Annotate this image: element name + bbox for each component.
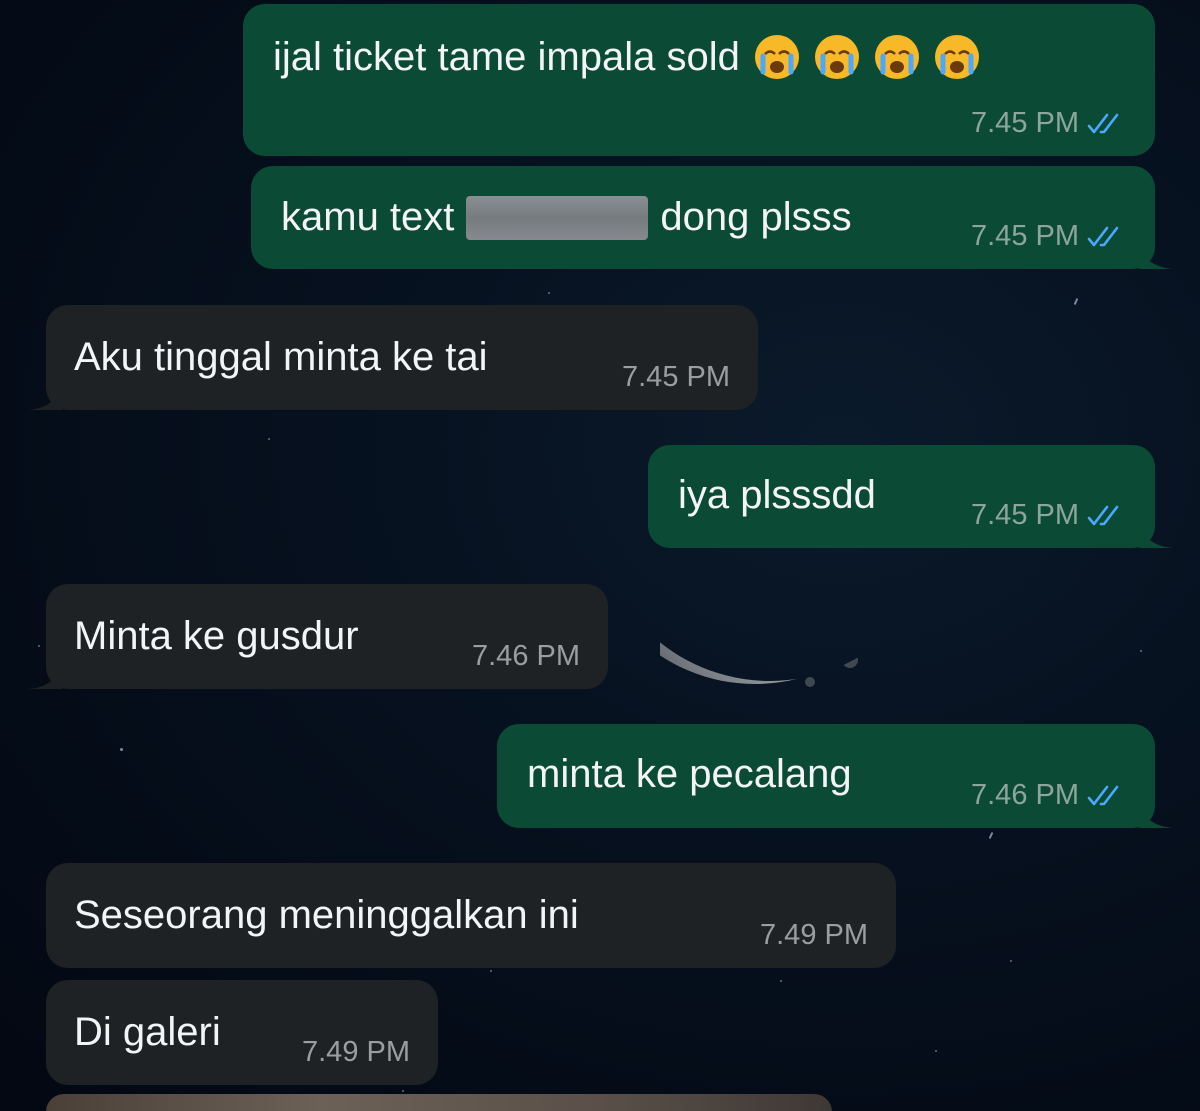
message-bubble-incoming[interactable]: Di galeri 7.49 PM bbox=[46, 980, 438, 1085]
bubble-tail bbox=[28, 384, 62, 410]
message-meta: 7.45 PM bbox=[971, 222, 1127, 251]
message-time: 7.45 PM bbox=[971, 220, 1079, 252]
double-check-icon bbox=[1087, 785, 1119, 805]
message-bubble-outgoing[interactable]: minta ke pecalang 7.46 PM bbox=[497, 724, 1173, 828]
message-bubble-incoming[interactable]: Aku tinggal minta ke tai 7.45 PM bbox=[28, 305, 758, 410]
message-bubble-outgoing[interactable]: iya plsssdd 7.45 PM bbox=[648, 445, 1173, 548]
redacted-name-block bbox=[466, 196, 649, 240]
loudly-crying-face-emoji bbox=[874, 35, 919, 79]
loudly-crying-face-emoji bbox=[934, 35, 979, 79]
message-text: minta ke pecalang bbox=[527, 752, 852, 796]
message-text: kamu text dong plsss bbox=[281, 195, 852, 240]
message-text: iya plsssdd bbox=[678, 473, 876, 517]
message-time: 7.49 PM bbox=[302, 1036, 410, 1068]
double-check-icon bbox=[1087, 226, 1119, 246]
message-text: Minta ke gusdur bbox=[74, 614, 359, 658]
message-bubble-incoming[interactable]: Minta ke gusdur 7.46 PM bbox=[28, 584, 608, 689]
message-meta: 7.45 PM bbox=[971, 109, 1127, 138]
loudly-crying-face-emoji bbox=[754, 35, 799, 79]
double-check-icon bbox=[1087, 113, 1119, 133]
double-check-icon bbox=[1087, 505, 1119, 525]
message-meta: 7.45 PM bbox=[971, 501, 1127, 530]
message-text: Aku tinggal minta ke tai bbox=[74, 335, 488, 379]
message-text: Di galeri bbox=[74, 1010, 221, 1054]
message-meta: 7.49 PM bbox=[760, 921, 868, 950]
message-bubble-outgoing[interactable]: kamu text dong plsss 7.45 PM bbox=[251, 166, 1173, 269]
message-bubble-incoming[interactable]: Seseorang meninggalkan ini 7.49 PM bbox=[46, 863, 896, 968]
bubble-tail bbox=[28, 663, 62, 689]
message-time: 7.46 PM bbox=[971, 779, 1079, 811]
bubble-tail bbox=[1139, 802, 1173, 828]
bubble-tail bbox=[1139, 243, 1173, 269]
message-meta: 7.46 PM bbox=[472, 642, 580, 671]
message-text: Seseorang meninggalkan ini bbox=[74, 893, 579, 937]
message-time: 7.45 PM bbox=[971, 499, 1079, 531]
message-time: 7.45 PM bbox=[971, 107, 1079, 139]
message-bubble-outgoing[interactable]: ijal ticket tame impala sold 7.45 PM bbox=[243, 4, 1155, 156]
message-meta: 7.46 PM bbox=[971, 781, 1127, 810]
message-meta: 7.45 PM bbox=[622, 363, 730, 392]
message-time: 7.49 PM bbox=[760, 919, 868, 951]
message-time: 7.46 PM bbox=[472, 640, 580, 672]
message-meta: 7.49 PM bbox=[302, 1038, 410, 1067]
chat-screen: ijal ticket tame impala sold 7.45 PM kam… bbox=[0, 0, 1200, 1111]
image-message-preview[interactable] bbox=[46, 1094, 832, 1111]
message-text: ijal ticket tame impala sold bbox=[273, 34, 980, 80]
bubble-tail bbox=[1139, 522, 1173, 548]
loudly-crying-face-emoji bbox=[814, 35, 859, 79]
message-time: 7.45 PM bbox=[622, 361, 730, 393]
